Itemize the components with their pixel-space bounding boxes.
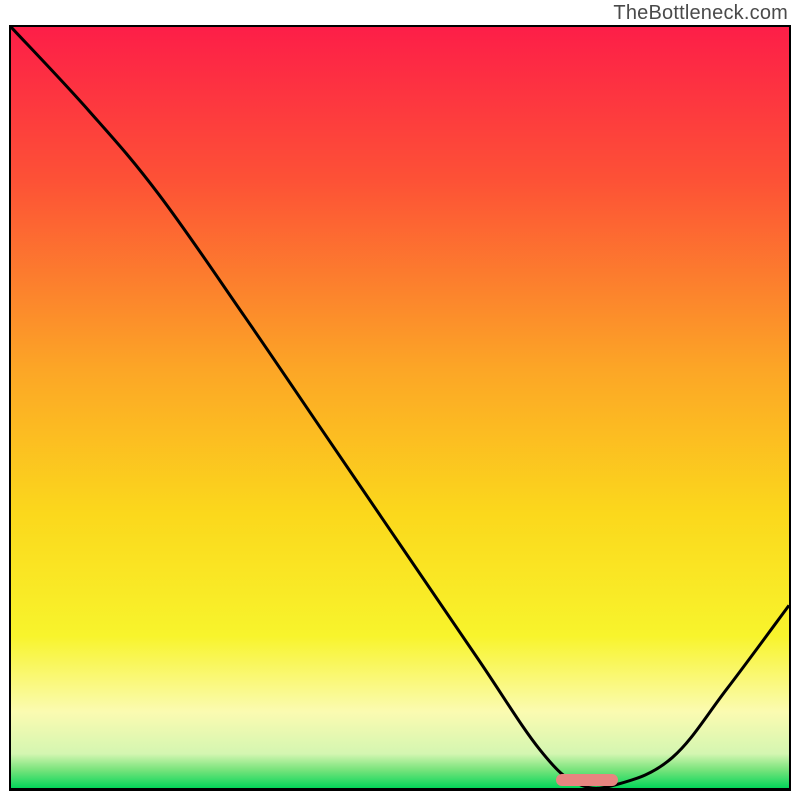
curve-line (11, 27, 789, 788)
chart-plot-area (9, 25, 791, 791)
optimal-range-marker (556, 774, 618, 786)
bottleneck-curve (11, 27, 789, 788)
watermark-text: TheBottleneck.com (613, 2, 788, 25)
